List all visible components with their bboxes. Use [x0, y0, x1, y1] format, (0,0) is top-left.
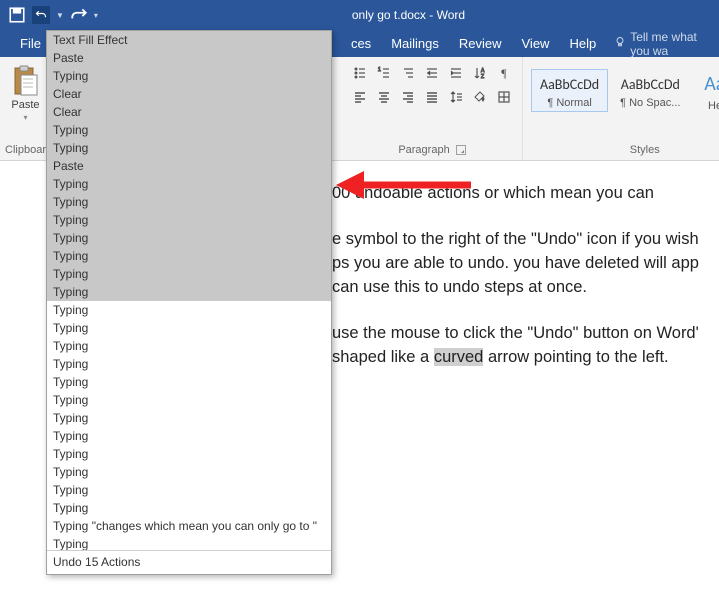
lightbulb-icon — [614, 36, 626, 51]
tab-help[interactable]: Help — [559, 30, 606, 57]
tab-file[interactable]: File — [10, 30, 51, 57]
styles-group: AaBbCcDd ¶ Normal AaBbCcDd ¶ No Spac... … — [523, 57, 719, 160]
undo-history-item[interactable]: Typing — [47, 355, 331, 373]
undo-history-item[interactable]: Typing — [47, 211, 331, 229]
undo-icon[interactable] — [32, 6, 50, 24]
redo-icon[interactable] — [70, 6, 88, 24]
undo-status-bar: Undo 15 Actions — [47, 550, 331, 574]
align-right-icon[interactable] — [398, 87, 418, 107]
bullets-icon[interactable] — [350, 63, 370, 83]
undo-history-item[interactable]: Paste — [47, 157, 331, 175]
undo-history-item[interactable]: Paste — [47, 49, 331, 67]
selected-text: curved — [434, 348, 484, 366]
undo-history-item[interactable]: Typing — [47, 445, 331, 463]
undo-history-dropdown: Text Fill EffectPasteTypingClearClearTyp… — [46, 30, 332, 575]
undo-history-item[interactable]: Typing — [47, 193, 331, 211]
quick-access-toolbar: ▼ ▾ — [0, 0, 98, 30]
tab-mailings[interactable]: Mailings — [381, 30, 449, 57]
numbering-icon[interactable]: 1 — [374, 63, 394, 83]
tab-references-partial[interactable]: ces — [341, 30, 381, 57]
title-bar: ▼ ▾ only go t.docx - Word — [0, 0, 719, 30]
sort-icon[interactable]: AZ — [470, 63, 490, 83]
undo-history-item[interactable]: Clear — [47, 103, 331, 121]
styles-group-label: Styles — [531, 142, 719, 158]
borders-icon[interactable] — [494, 87, 514, 107]
decrease-indent-icon[interactable] — [422, 63, 442, 83]
doc-paragraph: use the mouse to click the "Undo" button… — [332, 321, 719, 369]
undo-history-item[interactable]: Typing — [47, 247, 331, 265]
tab-view[interactable]: View — [512, 30, 560, 57]
undo-history-item[interactable]: Typing — [47, 427, 331, 445]
clipboard-icon — [11, 65, 39, 97]
undo-history-item[interactable]: Typing — [47, 373, 331, 391]
undo-history-item[interactable]: Typing — [47, 229, 331, 247]
undo-history-item[interactable]: Typing — [47, 391, 331, 409]
undo-history-item[interactable]: Typing — [47, 139, 331, 157]
undo-history-item[interactable]: Typing — [47, 121, 331, 139]
undo-history-item[interactable]: Typing — [47, 337, 331, 355]
increase-indent-icon[interactable] — [446, 63, 466, 83]
undo-history-item[interactable]: Typing "changes which mean you can only … — [47, 517, 331, 535]
save-icon[interactable] — [8, 6, 26, 24]
undo-history-item[interactable]: Typing — [47, 481, 331, 499]
undo-history-item[interactable]: Typing — [47, 463, 331, 481]
undo-history-list[interactable]: Text Fill EffectPasteTypingClearClearTyp… — [47, 31, 331, 550]
undo-history-item[interactable]: Typing — [47, 265, 331, 283]
style-no-spacing[interactable]: AaBbCcDd ¶ No Spac... — [611, 69, 689, 112]
tab-review[interactable]: Review — [449, 30, 512, 57]
justify-icon[interactable] — [422, 87, 442, 107]
paste-button[interactable]: Paste ▾ — [11, 61, 39, 122]
doc-paragraph: e symbol to the right of the "Undo" icon… — [332, 227, 719, 299]
clipboard-group: Paste ▾ Clipboar — [0, 57, 52, 160]
chevron-down-icon: ▾ — [23, 113, 27, 122]
align-center-icon[interactable] — [374, 87, 394, 107]
undo-history-item[interactable]: Clear — [47, 85, 331, 103]
svg-text:1: 1 — [378, 67, 381, 73]
paragraph-group: 1 AZ ¶ Paragraph — [342, 57, 523, 160]
line-spacing-icon[interactable] — [446, 87, 466, 107]
svg-text:Z: Z — [481, 74, 484, 80]
undo-dropdown-arrow-icon[interactable]: ▼ — [56, 11, 64, 20]
paste-label: Paste — [11, 99, 39, 111]
show-marks-icon[interactable]: ¶ — [494, 63, 514, 83]
tell-me-search[interactable]: Tell me what you wa — [614, 30, 719, 58]
undo-history-item[interactable]: Typing — [47, 283, 331, 301]
undo-history-item[interactable]: Typing — [47, 319, 331, 337]
undo-history-item[interactable]: Typing — [47, 175, 331, 193]
window-title: only go t.docx - Word — [98, 8, 719, 22]
doc-paragraph: 00 undoable actions or which mean you ca… — [332, 181, 719, 205]
paragraph-group-label: Paragraph — [350, 142, 514, 158]
style-heading[interactable]: AaBb Headin — [692, 65, 719, 115]
style-normal[interactable]: AaBbCcDd ¶ Normal — [531, 69, 608, 112]
undo-history-item[interactable]: Text Fill Effect — [47, 31, 331, 49]
multilevel-list-icon[interactable] — [398, 63, 418, 83]
undo-history-item[interactable]: Typing — [47, 499, 331, 517]
shading-icon[interactable] — [470, 87, 490, 107]
clipboard-group-label: Clipboar — [5, 142, 46, 158]
undo-history-item[interactable]: Typing — [47, 301, 331, 319]
undo-history-item[interactable]: Typing — [47, 67, 331, 85]
undo-history-item[interactable]: Typing — [47, 535, 331, 550]
align-left-icon[interactable] — [350, 87, 370, 107]
dialog-launcher-icon[interactable] — [456, 145, 466, 155]
tell-me-label: Tell me what you wa — [630, 30, 719, 58]
undo-history-item[interactable]: Typing — [47, 409, 331, 427]
